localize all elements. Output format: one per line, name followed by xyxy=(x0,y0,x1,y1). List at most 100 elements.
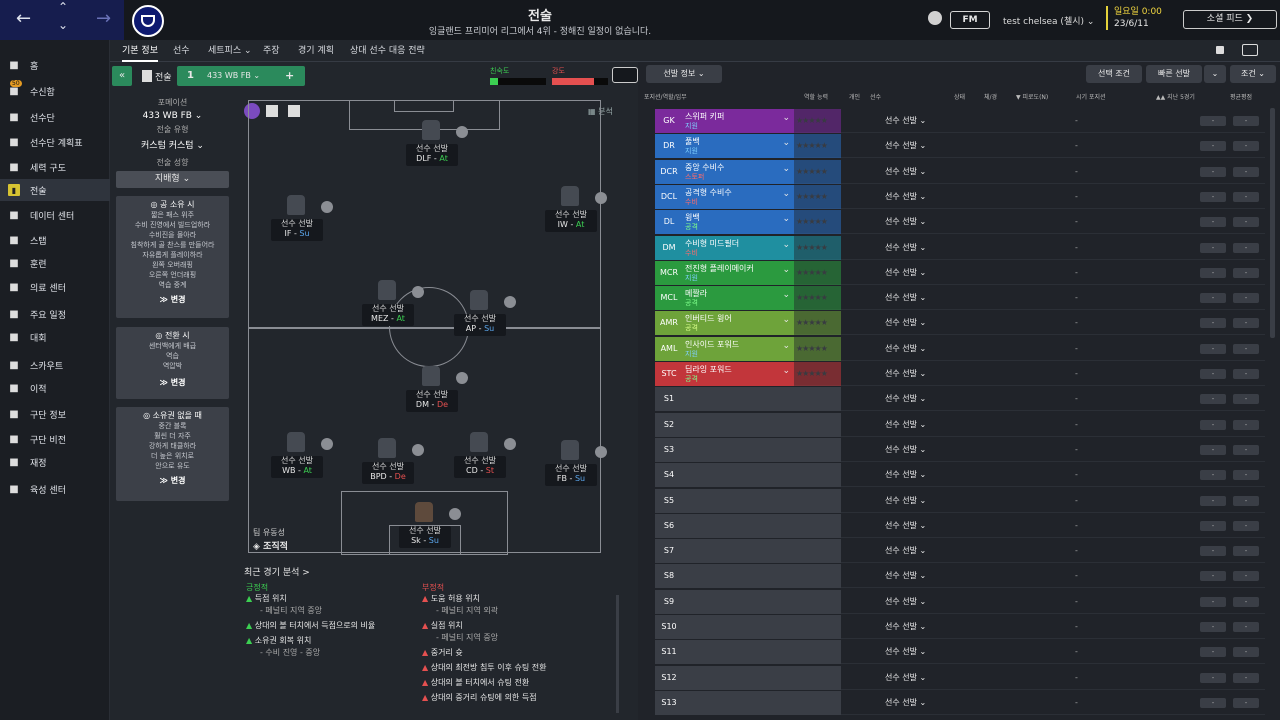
analysis-scrollbar[interactable] xyxy=(616,595,619,713)
select-player-dropdown[interactable]: 선수 선발 ⌄ xyxy=(885,438,926,462)
quick-select-dropdown[interactable]: ⌄ xyxy=(1204,65,1226,83)
fm-button[interactable]: FM xyxy=(950,11,990,29)
slot-row-s12[interactable]: S12 선수 선발 ⌄ - - - xyxy=(655,665,1265,690)
table-scrollbar[interactable] xyxy=(1270,108,1275,338)
sidebar-item-15[interactable]: ■ 구단 정보 xyxy=(0,403,110,425)
select-player-dropdown[interactable]: 선수 선발 ⌄ xyxy=(885,185,926,209)
quick-select-button[interactable]: 빠른 선발 xyxy=(1146,65,1202,83)
player-tag[interactable]: 선수 선발 Sk - Su xyxy=(399,526,451,548)
slot-row-s1[interactable]: S1 선수 선발 ⌄ - - - xyxy=(655,387,1265,412)
analysis-header[interactable]: 최근 경기 분석 > xyxy=(244,565,310,578)
player-cd[interactable]: 선수 선발 CD - St xyxy=(444,432,516,478)
select-player-dropdown[interactable]: 선수 선발 ⌄ xyxy=(885,691,926,715)
slot-row-mcr[interactable]: MCR 전진형 플레이메이커 지원 ⌄ ★★★★★ 선수 선발 ⌄ - - - xyxy=(655,260,1265,285)
player-fb[interactable]: 선수 선발 FB - Su xyxy=(535,440,607,486)
slot-row-s11[interactable]: S11 선수 선발 ⌄ - - - xyxy=(655,640,1265,665)
tactic-selector[interactable]: 1 433 WB FB ⌄ + xyxy=(177,66,305,86)
lock-icon[interactable] xyxy=(1216,46,1224,54)
sidebar-item-6[interactable]: ▮ 전술 xyxy=(0,179,110,201)
role-cell[interactable]: 딥라잉 포워드 공격 ⌄ xyxy=(683,362,794,386)
chevron-down-icon[interactable]: ⌄ xyxy=(58,18,68,32)
tab-3[interactable]: 세트피스 ⌄ xyxy=(208,40,252,62)
tab-6[interactable]: 상대 선수 대응 전략 xyxy=(350,40,425,62)
player-bpd[interactable]: 선수 선발 BPD - De xyxy=(352,438,424,484)
sidebar-item-9[interactable]: ■ 훈련 xyxy=(0,252,110,274)
select-player-dropdown[interactable]: 선수 선발 ⌄ xyxy=(885,387,926,411)
player-ap[interactable]: 선수 선발 AP - Su xyxy=(444,290,516,336)
forward-arrow-icon[interactable]: → xyxy=(96,8,111,29)
manager-name[interactable]: test chelsea (첼시) ⌄ xyxy=(1003,14,1094,27)
column-header-1[interactable]: 포지션/역할/임무 xyxy=(644,92,687,101)
sidebar-item-7[interactable]: ■ 데이터 센터 xyxy=(0,204,110,226)
column-header-2[interactable]: 역할 능력 xyxy=(804,92,828,101)
tab-1[interactable]: 기본 정보 xyxy=(122,40,158,62)
player-tag[interactable]: 선수 선발 FB - Su xyxy=(545,464,597,486)
in-possession-edit-button[interactable]: ≫ 변경 xyxy=(116,294,229,305)
select-player-dropdown[interactable]: 선수 선발 ⌄ xyxy=(885,337,926,361)
select-player-dropdown[interactable]: 선수 선발 ⌄ xyxy=(885,539,926,563)
select-conditions-button[interactable]: 선택 조건 xyxy=(1086,65,1142,83)
select-player-dropdown[interactable]: 선수 선발 ⌄ xyxy=(885,590,926,614)
role-cell[interactable]: 풀백 지원 ⌄ xyxy=(683,134,794,159)
style-select[interactable]: 지배형 ⌄ xyxy=(116,171,229,188)
player-tag[interactable]: 선수 선발 CD - St xyxy=(454,456,506,478)
player-dm[interactable]: 선수 선발 DM - De xyxy=(396,366,468,412)
tab-4[interactable]: 주장 xyxy=(263,40,280,62)
slot-row-dm[interactable]: DM 수비형 미드필더 수비 ⌄ ★★★★★ 선수 선발 ⌄ - - - xyxy=(655,235,1265,260)
slot-row-amr[interactable]: AMR 인버티드 윙어 공격 ⌄ ★★★★★ 선수 선발 ⌄ - - - xyxy=(655,311,1265,336)
out-possession-edit-button[interactable]: ≫ 변경 xyxy=(116,475,229,486)
player-iw[interactable]: 선수 선발 IW - At xyxy=(535,186,607,232)
role-cell[interactable]: 윙백 공격 ⌄ xyxy=(683,210,794,235)
sidebar-item-16[interactable]: ■ 구단 비전 xyxy=(0,428,110,450)
slot-row-s5[interactable]: S5 선수 선발 ⌄ - - - xyxy=(655,488,1265,513)
sidebar-item-3[interactable]: ■ 선수단 xyxy=(0,106,110,128)
slot-row-s9[interactable]: S9 선수 선발 ⌄ - - - xyxy=(655,589,1265,614)
back-arrow-icon[interactable]: ← xyxy=(16,8,31,29)
role-cell[interactable]: 메짤라 공격 ⌄ xyxy=(683,286,794,311)
select-player-dropdown[interactable]: 선수 선발 ⌄ xyxy=(885,413,926,437)
select-player-dropdown[interactable]: 선수 선발 ⌄ xyxy=(885,514,926,538)
date-display[interactable]: 일요일 0:00 23/6/11 xyxy=(1106,6,1162,30)
player-mez[interactable]: 선수 선발 MEZ - At xyxy=(352,280,424,326)
social-feed-button[interactable]: 소셜 피드 ❯ xyxy=(1183,10,1277,29)
select-player-dropdown[interactable]: 선수 선발 ⌄ xyxy=(885,160,926,184)
role-cell[interactable]: 수비형 미드필더 수비 ⌄ xyxy=(683,235,794,260)
column-header-3[interactable]: 개인 xyxy=(849,92,860,101)
select-player-dropdown[interactable]: 선수 선발 ⌄ xyxy=(885,564,926,588)
select-player-dropdown[interactable]: 선수 선발 ⌄ xyxy=(885,666,926,690)
column-header-8[interactable]: 시기 포지션 xyxy=(1076,92,1106,101)
sidebar-item-13[interactable]: ■ 스카우트 xyxy=(0,354,110,376)
select-player-dropdown[interactable]: 선수 선발 ⌄ xyxy=(885,210,926,234)
sidebar-item-11[interactable]: ■ 주요 일정 xyxy=(0,303,110,325)
player-tag[interactable]: 선수 선발 BPD - De xyxy=(362,462,414,484)
role-cell[interactable]: 공격형 수비수 수비 ⌄ xyxy=(683,184,794,209)
formation-value[interactable]: 433 WB FB ⌄ xyxy=(116,111,229,121)
club-badge[interactable] xyxy=(132,5,164,37)
column-header-4[interactable]: 선수 xyxy=(870,92,881,101)
player-tag[interactable]: 선수 선발 DM - De xyxy=(406,390,458,412)
add-tactic-button[interactable]: + xyxy=(285,69,294,82)
tactic-type-value[interactable]: 커스텀 커스텀 ⌄ xyxy=(116,138,229,151)
fluidity-value[interactable]: ◈ 조직적 xyxy=(253,539,288,552)
player-tag[interactable]: 선수 선발 MEZ - At xyxy=(362,304,414,326)
role-cell[interactable]: 스위퍼 키퍼 지원 ⌄ xyxy=(683,109,794,133)
select-player-dropdown[interactable]: 선수 선발 ⌄ xyxy=(885,109,926,133)
select-player-dropdown[interactable]: 선수 선발 ⌄ xyxy=(885,640,926,664)
select-player-dropdown[interactable]: 선수 선발 ⌄ xyxy=(885,286,926,310)
sidebar-item-10[interactable]: ■ 의료 센터 xyxy=(0,276,110,298)
slot-row-s7[interactable]: S7 선수 선발 ⌄ - - - xyxy=(655,539,1265,564)
sidebar-item-14[interactable]: ■ 이적 xyxy=(0,377,110,399)
slot-row-s10[interactable]: S10 선수 선발 ⌄ - - - xyxy=(655,615,1265,639)
select-player-dropdown[interactable]: 선수 선발 ⌄ xyxy=(885,236,926,260)
slot-row-stc[interactable]: STC 딥라잉 포워드 공격 ⌄ ★★★★★ 선수 선발 ⌄ - - - xyxy=(655,362,1265,386)
transition-edit-button[interactable]: ≫ 변경 xyxy=(116,377,229,388)
conditions-button[interactable]: 조건 ⌄ xyxy=(1230,65,1276,83)
select-player-dropdown[interactable]: 선수 선발 ⌄ xyxy=(885,311,926,335)
sidebar-item-5[interactable]: ■ 세력 구도 xyxy=(0,156,110,178)
slot-row-dl[interactable]: DL 윙백 공격 ⌄ ★★★★★ 선수 선발 ⌄ - - - xyxy=(655,210,1265,235)
tab-5[interactable]: 경기 계획 xyxy=(298,40,334,62)
column-header-10[interactable]: 평균평점 xyxy=(1230,92,1252,101)
role-cell[interactable]: 전진형 플레이메이커 지원 ⌄ xyxy=(683,260,794,285)
player-tag[interactable]: 선수 선발 IW - At xyxy=(545,210,597,232)
role-cell[interactable]: 인사이드 포워드 지원 ⌄ xyxy=(683,336,794,361)
